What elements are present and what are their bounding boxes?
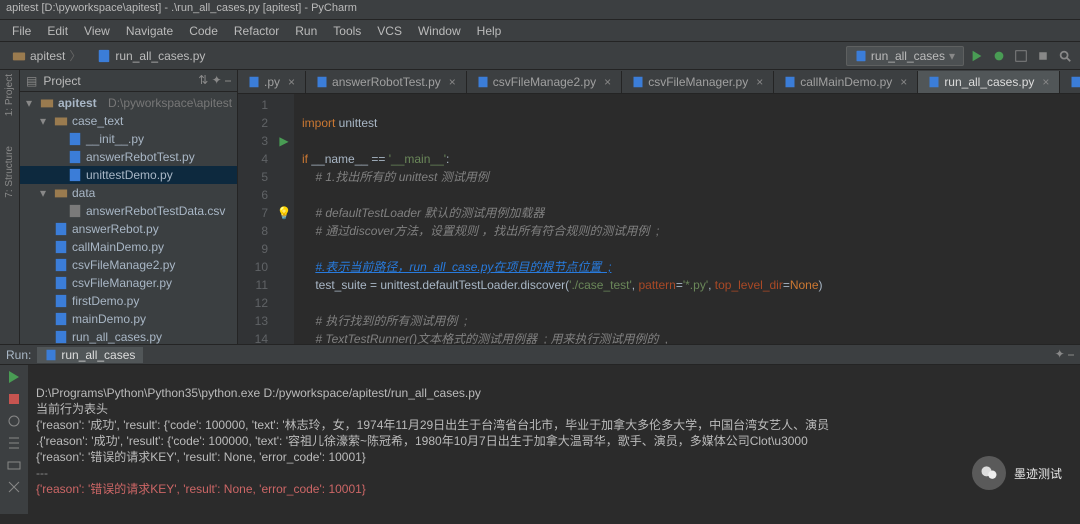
menu-refactor[interactable]: Refactor [226, 22, 287, 40]
search-button[interactable] [1056, 47, 1074, 65]
structure-tool-button[interactable]: 7: Structure [4, 146, 15, 198]
editor-tab[interactable]: callMainDemo.py× [774, 71, 918, 93]
editor-tab[interactable]: csvFileManager.py× [622, 71, 774, 93]
breadcrumb-file-label: run_all_cases.py [115, 49, 205, 63]
editor-tab[interactable]: run_all_cases.py× [918, 71, 1060, 93]
tree-item[interactable]: answerRebot.py [20, 220, 237, 238]
main-split: 1: Project 7: Structure ▤ Project ⇅ ✦ ⎯ … [0, 70, 1080, 344]
project-tool-button[interactable]: 1: Project [4, 74, 15, 116]
run-settings-icon[interactable]: ✦ ⎯ [1055, 347, 1074, 362]
left-tool-strip: 1: Project 7: Structure [0, 70, 20, 344]
code-editor[interactable]: import unittest if __name__ == '__main__… [294, 94, 1080, 344]
tree-item[interactable]: answerRebotTestData.csv [20, 202, 237, 220]
editor-tab[interactable]: .py× [238, 71, 306, 93]
tree-item[interactable]: run_all_cases.py [20, 328, 237, 344]
window-title: apitest [D:\pyworkspace\apitest] - .\run… [0, 0, 1080, 20]
python-file-icon [855, 50, 867, 62]
sidebar-header: ▤ Project ⇅ ✦ ⎯ [20, 70, 237, 92]
run-button[interactable] [968, 47, 986, 65]
tree-item[interactable]: answerRebotTest.py [20, 148, 237, 166]
menu-view[interactable]: View [76, 22, 118, 40]
editor-gutter: ▶ 💡 [274, 94, 294, 344]
breadcrumb-project-label: apitest [30, 49, 65, 63]
python-file-icon [97, 49, 111, 63]
tree-item[interactable]: ▾case_text [20, 112, 237, 130]
tree-item[interactable]: callMainDemo.py [20, 238, 237, 256]
tree-item[interactable]: __init__.py [20, 130, 237, 148]
menu-code[interactable]: Code [181, 22, 226, 40]
tree-item[interactable]: csvFileManager.py [20, 274, 237, 292]
menu-file[interactable]: File [4, 22, 39, 40]
nav-toolbar: apitest 〉 run_all_cases.py run_all_cases… [0, 42, 1080, 70]
project-tree[interactable]: ▾ apitest D:\pyworkspace\apitest ▾case_t… [20, 92, 237, 344]
rerun-icon[interactable] [6, 369, 22, 385]
tree-root-name: apitest [58, 96, 97, 110]
breadcrumb-file[interactable]: run_all_cases.py [91, 47, 211, 65]
menu-navigate[interactable]: Navigate [118, 22, 181, 40]
menu-vcs[interactable]: VCS [369, 22, 410, 40]
run-tab-label: run_all_cases [61, 348, 135, 362]
tree-item[interactable]: ▾data [20, 184, 237, 202]
menu-run[interactable]: Run [287, 22, 325, 40]
menu-window[interactable]: Window [410, 22, 469, 40]
editor-tab[interactable]: loader.py× [1060, 71, 1080, 93]
tree-item[interactable]: unittestDemo.py [20, 166, 237, 184]
line-numbers: 12345678910111213141517 [238, 94, 274, 344]
run-panel-header: Run: run_all_cases ✦ ⎯ [0, 345, 1080, 365]
coverage-button[interactable] [1012, 47, 1030, 65]
tree-root[interactable]: ▾ apitest D:\pyworkspace\apitest [20, 94, 237, 112]
print-icon[interactable] [6, 457, 22, 473]
clear-icon[interactable] [6, 479, 22, 495]
project-sidebar: ▤ Project ⇅ ✦ ⎯ ▾ apitest D:\pyworkspace… [20, 70, 238, 344]
scroll-icon[interactable] [6, 435, 22, 451]
folder-icon [12, 49, 26, 63]
editor-tab[interactable]: csvFileManage2.py× [467, 71, 622, 93]
debug-button[interactable] [990, 47, 1008, 65]
menu-edit[interactable]: Edit [39, 22, 76, 40]
run-panel: Run: run_all_cases ✦ ⎯ D:\Programs\Pytho… [0, 344, 1080, 514]
stop-button[interactable] [1034, 47, 1052, 65]
python-file-icon [45, 349, 57, 361]
editor-tab[interactable]: answerRobotTest.py× [306, 71, 467, 93]
menu-help[interactable]: Help [469, 22, 510, 40]
tree-root-path: D:\pyworkspace\apitest [108, 96, 232, 110]
run-gutter-icon[interactable]: ▶ [274, 132, 294, 150]
run-toolbar [0, 365, 28, 514]
run-tab[interactable]: run_all_cases [37, 347, 143, 363]
run-label: Run: [6, 348, 31, 362]
editor-tabs: .py×answerRobotTest.py×csvFileManage2.py… [238, 70, 1080, 94]
menu-tools[interactable]: Tools [325, 22, 369, 40]
console-output[interactable]: D:\Programs\Python\Python35\python.exe D… [28, 365, 1080, 514]
stop-icon[interactable] [6, 391, 22, 407]
pin-icon[interactable] [6, 413, 22, 429]
run-config-selector[interactable]: run_all_cases ▾ [846, 46, 964, 66]
intention-bulb-icon[interactable]: 💡 [274, 204, 294, 222]
breadcrumb-project[interactable]: apitest 〉 [6, 45, 87, 66]
editor-pane: .py×answerRobotTest.py×csvFileManage2.py… [238, 70, 1080, 344]
tree-item[interactable]: mainDemo.py [20, 310, 237, 328]
run-config-label: run_all_cases [871, 49, 945, 63]
tree-item[interactable]: csvFileManage2.py [20, 256, 237, 274]
menu-bar: File Edit View Navigate Code Refactor Ru… [0, 20, 1080, 42]
tree-item[interactable]: firstDemo.py [20, 292, 237, 310]
sidebar-title: Project [43, 74, 80, 88]
